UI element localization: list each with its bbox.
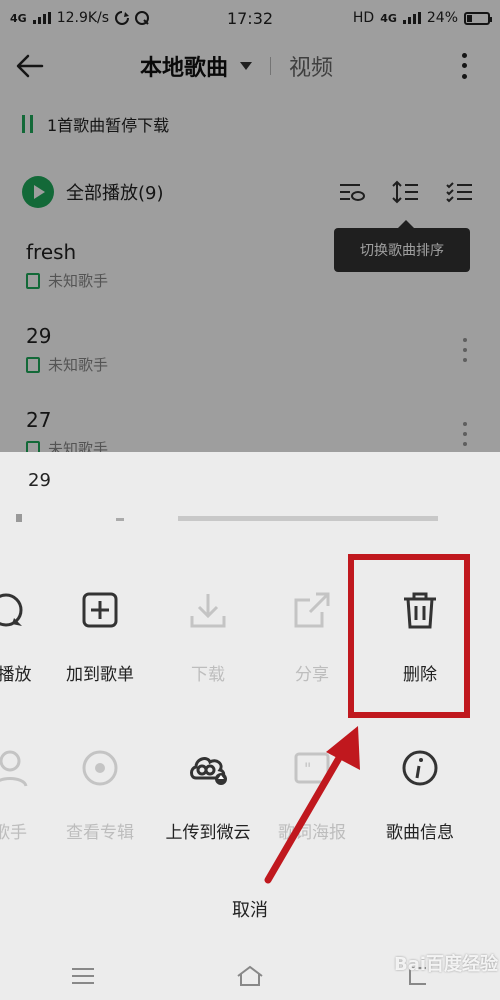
singer-icon bbox=[0, 750, 28, 787]
upload-to-weiyun-label: 上传到微云 bbox=[165, 823, 251, 843]
song-info-action[interactable]: 歌曲信息 bbox=[370, 748, 470, 843]
download-action: 下载 bbox=[158, 590, 258, 685]
next-play-action[interactable]: 首播放 bbox=[0, 590, 56, 685]
add-to-playlist-label: 加到歌单 bbox=[66, 665, 134, 685]
share-label: 分享 bbox=[295, 665, 329, 685]
next-play-icon bbox=[0, 593, 23, 627]
download-label: 下载 bbox=[191, 665, 225, 685]
cancel-button[interactable]: 取消 bbox=[0, 896, 500, 922]
add-to-playlist-icon bbox=[82, 592, 118, 628]
album-icon bbox=[82, 750, 118, 786]
song-action-sheet: 29 首播放 加到歌单 下载 分享 删除 歌手 查看专 bbox=[0, 452, 500, 1000]
sheet-song-title: 29 bbox=[28, 470, 51, 491]
lyrics-poster-icon: " bbox=[294, 752, 330, 784]
svg-text:": " bbox=[304, 759, 311, 778]
next-play-label: 首播放 bbox=[0, 665, 32, 685]
view-album-label: 查看专辑 bbox=[66, 823, 134, 843]
share-action: 分享 bbox=[262, 590, 362, 685]
home-icon[interactable] bbox=[235, 964, 265, 988]
view-album-action: 查看专辑 bbox=[50, 748, 150, 843]
info-icon bbox=[402, 750, 438, 786]
lyrics-poster-label: 歌词海报 bbox=[278, 823, 346, 843]
add-to-playlist-action[interactable]: 加到歌单 bbox=[50, 590, 150, 685]
song-info-label: 歌曲信息 bbox=[386, 823, 454, 843]
cloud-upload-icon bbox=[190, 757, 227, 785]
watermark: Bai百度经验 bbox=[394, 954, 499, 975]
lyrics-poster-action: " 歌词海报 bbox=[262, 748, 362, 843]
menu-icon[interactable] bbox=[68, 964, 98, 988]
dim-overlay[interactable] bbox=[0, 0, 500, 452]
share-icon bbox=[294, 592, 330, 628]
page: 4G 12.9K/s 17:32 HD 4G 24% 本地歌曲 视频 1首歌曲暂… bbox=[0, 0, 500, 1000]
upload-to-weiyun-action[interactable]: 上传到微云 bbox=[158, 748, 258, 843]
delete-highlight-box bbox=[348, 554, 470, 718]
download-icon bbox=[190, 594, 226, 628]
sheet-subtitle-blur bbox=[16, 514, 438, 522]
